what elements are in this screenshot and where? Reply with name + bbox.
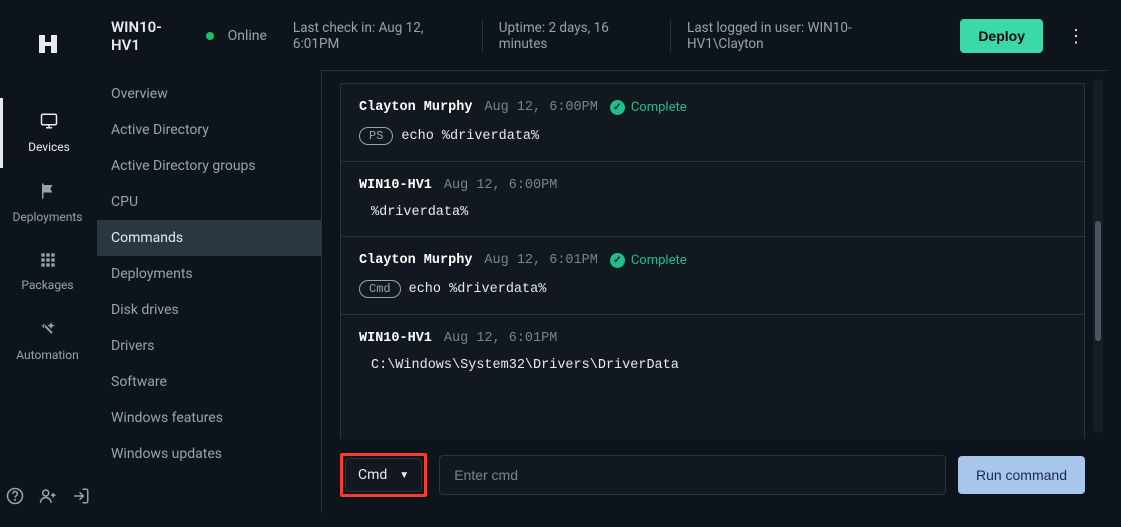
deploy-button[interactable]: Deploy xyxy=(960,19,1043,53)
last-checkin: Last check in: Aug 12, 6:01PM xyxy=(277,20,483,52)
log-author: WIN10-HV1 xyxy=(359,178,432,193)
status-dot-icon xyxy=(206,32,214,40)
log-status: ✓ Complete xyxy=(610,253,687,268)
check-icon: ✓ xyxy=(610,100,625,115)
sidebar-item-overview[interactable]: Overview xyxy=(97,76,321,112)
sidebar-item-software[interactable]: Software xyxy=(97,364,321,400)
nav-automation[interactable]: Automation xyxy=(0,306,95,376)
log-entry-cmd: Clayton Murphy Aug 12, 6:00PM ✓ Complete… xyxy=(341,84,1084,161)
check-icon: ✓ xyxy=(610,253,625,268)
uptime: Uptime: 2 days, 16 minutes xyxy=(483,20,671,52)
log-output-text: C:\Windows\System32\Drivers\DriverData xyxy=(359,358,1066,373)
log-author: WIN10-HV1 xyxy=(359,331,432,346)
exit-icon[interactable] xyxy=(72,487,90,509)
nav-label: Deployments xyxy=(13,210,83,224)
sidebar-item-ad-groups[interactable]: Active Directory groups xyxy=(97,148,321,184)
app-root: Devices Deployments Packages Automation xyxy=(0,0,1121,527)
log-entry-output: WIN10-HV1 Aug 12, 6:00PM %driverdata% xyxy=(341,161,1084,236)
sidebar-item-disk[interactable]: Disk drives xyxy=(97,292,321,328)
log-time: Aug 12, 6:00PM xyxy=(444,178,557,193)
shell-select-highlight: Cmd ▼ xyxy=(340,453,427,497)
log-command-text: echo %driverdata% xyxy=(401,129,539,144)
main-panel: WIN10-HV1 Online Last check in: Aug 12, … xyxy=(95,0,1121,527)
sidebar-item-drivers[interactable]: Drivers xyxy=(97,328,321,364)
log-author: Clayton Murphy xyxy=(359,100,472,115)
command-log[interactable]: Clayton Murphy Aug 12, 6:00PM ✓ Complete… xyxy=(340,83,1085,439)
app-logo xyxy=(36,32,60,60)
sidebar-item-ad[interactable]: Active Directory xyxy=(97,112,321,148)
shell-select-value: Cmd xyxy=(358,467,387,483)
device-sidebar: Overview Active Directory Active Directo… xyxy=(97,70,321,513)
more-menu-icon[interactable]: ⋮ xyxy=(1063,26,1089,47)
log-status: ✓ Complete xyxy=(610,100,687,115)
status-text: Online xyxy=(228,28,267,44)
nav-packages[interactable]: Packages xyxy=(0,238,95,306)
add-user-icon[interactable] xyxy=(38,487,58,509)
flag-icon xyxy=(39,182,57,204)
rail-footer xyxy=(6,487,90,509)
log-entry-output: WIN10-HV1 Aug 12, 6:01PM C:\Windows\Syst… xyxy=(341,314,1084,389)
help-icon[interactable] xyxy=(6,487,24,509)
log-author: Clayton Murphy xyxy=(359,253,472,268)
log-command-text: echo %driverdata% xyxy=(409,282,547,297)
log-time: Aug 12, 6:01PM xyxy=(484,253,597,268)
nav-label: Devices xyxy=(28,140,70,154)
run-command-button[interactable]: Run command xyxy=(958,456,1085,494)
log-entry-cmd: Clayton Murphy Aug 12, 6:01PM ✓ Complete… xyxy=(341,236,1084,314)
terminal-panel: Clayton Murphy Aug 12, 6:00PM ✓ Complete… xyxy=(321,70,1107,513)
log-time: Aug 12, 6:00PM xyxy=(484,100,597,115)
device-name: WIN10-HV1 xyxy=(111,18,188,54)
sidebar-item-winfeatures[interactable]: Windows features xyxy=(97,400,321,436)
header-info: Last check in: Aug 12, 6:01PM Uptime: 2 … xyxy=(277,20,934,52)
sidebar-item-commands[interactable]: Commands xyxy=(97,220,321,256)
content-row: Overview Active Directory Active Directo… xyxy=(97,70,1107,513)
caret-down-icon: ▼ xyxy=(399,470,409,481)
last-user: Last logged in user: WIN10-HV1\Clayton xyxy=(671,20,934,52)
command-input[interactable] xyxy=(439,455,946,495)
nav-rail: Devices Deployments Packages Automation xyxy=(0,0,95,527)
nav-label: Automation xyxy=(16,348,78,362)
sidebar-item-winupdates[interactable]: Windows updates xyxy=(97,436,321,472)
nav-deployments[interactable]: Deployments xyxy=(0,168,95,238)
log-output-text: %driverdata% xyxy=(359,205,1066,220)
shell-badge: PS xyxy=(359,127,393,145)
sidebar-item-cpu[interactable]: CPU xyxy=(97,184,321,220)
device-header: WIN10-HV1 Online Last check in: Aug 12, … xyxy=(97,18,1107,70)
shell-badge: Cmd xyxy=(359,280,401,298)
monitor-icon xyxy=(39,112,59,134)
nav-label: Packages xyxy=(21,278,73,292)
wand-icon xyxy=(39,320,57,342)
shell-select[interactable]: Cmd ▼ xyxy=(345,458,422,492)
nav-devices[interactable]: Devices xyxy=(0,98,95,168)
grid-icon xyxy=(40,252,56,272)
sidebar-item-deployments[interactable]: Deployments xyxy=(97,256,321,292)
command-input-bar: Cmd ▼ Run command xyxy=(322,439,1107,513)
log-time: Aug 12, 6:01PM xyxy=(444,331,557,346)
